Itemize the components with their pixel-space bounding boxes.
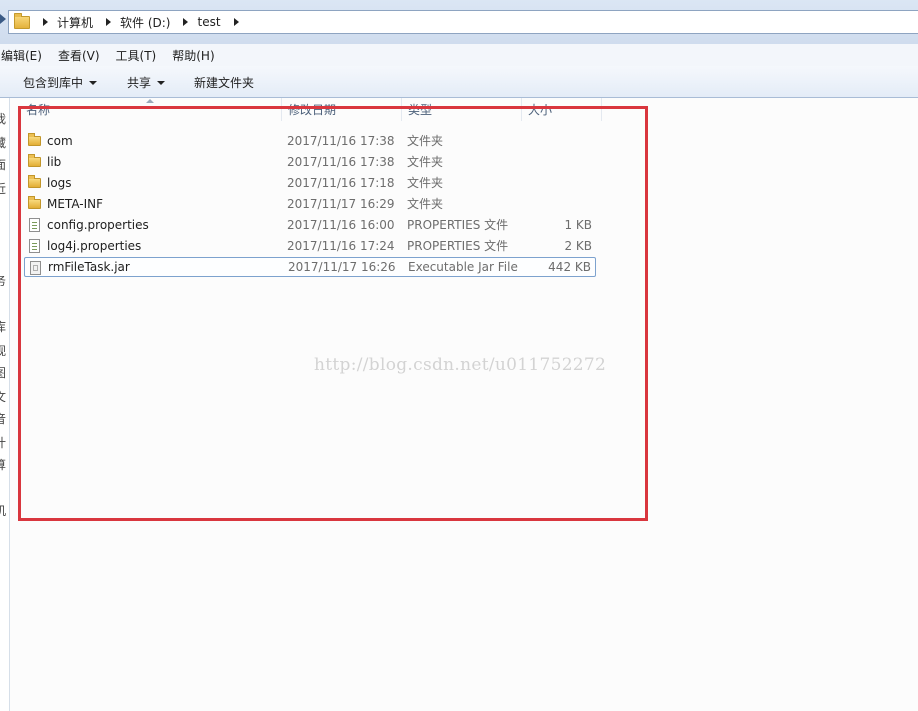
nav-glyph[interactable]: 机 — [0, 502, 6, 519]
breadcrumb-drive-d[interactable]: 软件 (D:) — [120, 14, 170, 31]
include-in-library-button[interactable]: 包含到库中 — [23, 74, 98, 91]
file-row-com[interactable]: com 2017/11/16 17:38 文件夹 — [24, 131, 596, 151]
file-name: log4j.properties — [47, 239, 142, 253]
share-label: 共享 — [127, 76, 152, 90]
file-name: lib — [47, 155, 62, 169]
chevron-right-icon[interactable] — [233, 18, 239, 26]
file-name: logs — [47, 176, 72, 190]
new-folder-button[interactable]: 新建文件夹 — [194, 74, 254, 91]
folder-icon — [28, 154, 41, 167]
nav-glyph[interactable]: 文 — [0, 388, 6, 405]
column-header-size[interactable]: 大小 — [522, 98, 602, 121]
nav-glyph[interactable]: 计 — [0, 434, 6, 451]
menu-view[interactable]: 查看(V) — [58, 47, 100, 64]
chevron-right-icon[interactable] — [183, 18, 189, 26]
column-header-type[interactable]: 类型 — [402, 98, 522, 121]
menu-bar: 编辑(E) 查看(V) 工具(T) 帮助(H) — [0, 44, 918, 66]
file-size: 2 KB — [564, 239, 592, 253]
new-folder-label: 新建文件夹 — [194, 76, 255, 90]
nav-glyph[interactable]: 面 — [0, 156, 6, 173]
menu-edit[interactable]: 编辑(E) — [1, 47, 42, 64]
file-row-meta-inf[interactable]: META-INF 2017/11/17 16:29 文件夹 — [24, 194, 596, 214]
file-date: 2017/11/17 16:26 — [288, 260, 396, 274]
file-date: 2017/11/16 17:38 — [287, 134, 395, 148]
file-type: Executable Jar File — [408, 260, 518, 274]
file-type: 文件夹 — [407, 155, 444, 169]
column-size-label: 大小 — [528, 103, 553, 117]
nav-glyph[interactable]: 图 — [0, 364, 6, 381]
menu-tools[interactable]: 工具(T) — [116, 47, 157, 64]
breadcrumb-computer[interactable]: 计算机 — [57, 14, 93, 31]
column-header-date[interactable]: 修改日期 — [282, 98, 402, 121]
nav-glyph[interactable]: 我 — [0, 110, 6, 127]
properties-file-icon — [29, 218, 40, 232]
navigation-pane[interactable]: 我 藏 面 近 务 库 视 图 文 音 计 算 机 — [0, 98, 10, 711]
column-type-label: 类型 — [408, 103, 433, 117]
chevron-right-icon[interactable] — [106, 18, 112, 26]
file-row-config-properties[interactable]: config.properties 2017/11/16 16:00 PROPE… — [24, 215, 596, 235]
file-name: META-INF — [47, 197, 104, 211]
chevron-right-icon[interactable] — [43, 18, 48, 26]
file-name: config.properties — [47, 218, 149, 232]
column-date-label: 修改日期 — [288, 103, 337, 117]
folder-icon — [28, 175, 41, 188]
address-bar: 计算机 软件 (D:) test — [0, 0, 918, 44]
file-type: PROPERTIES 文件 — [407, 239, 509, 253]
nav-glyph[interactable]: 算 — [0, 456, 6, 473]
nav-glyph[interactable]: 库 — [0, 318, 6, 335]
address-field[interactable]: 计算机 软件 (D:) test — [8, 10, 918, 34]
breadcrumb-test[interactable]: test — [197, 15, 220, 29]
include-in-library-label: 包含到库中 — [23, 76, 84, 90]
file-date: 2017/11/17 16:29 — [287, 197, 395, 211]
share-button[interactable]: 共享 — [127, 74, 166, 91]
folder-icon — [28, 196, 41, 209]
file-date: 2017/11/16 16:00 — [287, 218, 395, 232]
file-name: com — [47, 134, 73, 148]
file-row-log4j-properties[interactable]: log4j.properties 2017/11/16 17:24 PROPER… — [24, 236, 596, 256]
nav-glyph[interactable]: 近 — [0, 180, 6, 197]
file-size: 442 KB — [548, 260, 591, 274]
column-header-row: 名称 修改日期 类型 大小 — [20, 98, 602, 121]
file-date: 2017/11/16 17:24 — [287, 239, 395, 253]
dropdown-arrow-icon — [157, 80, 166, 85]
file-row-rmfiletask-jar[interactable]: rmFileTask.jar 2017/11/17 16:26 Executab… — [24, 257, 596, 277]
nav-glyph[interactable]: 视 — [0, 342, 6, 359]
file-type: 文件夹 — [407, 176, 444, 190]
command-bar: 包含到库中 共享 新建文件夹 — [0, 66, 918, 98]
column-name-label: 名称 — [26, 103, 51, 117]
nav-glyph[interactable]: 藏 — [0, 134, 6, 151]
jar-file-icon — [30, 261, 41, 275]
file-size: 1 KB — [564, 218, 592, 232]
menu-help[interactable]: 帮助(H) — [172, 47, 214, 64]
nav-glyph[interactable]: 音 — [0, 410, 6, 427]
file-name: rmFileTask.jar — [48, 260, 130, 274]
file-type: 文件夹 — [407, 134, 444, 148]
column-header-name[interactable]: 名称 — [20, 98, 282, 121]
folder-icon — [28, 133, 41, 146]
folder-icon — [14, 12, 30, 29]
file-date: 2017/11/16 17:18 — [287, 176, 395, 190]
back-arrow-icon[interactable] — [0, 14, 6, 24]
watermark-text: http://blog.csdn.net/u011752272 — [314, 355, 607, 375]
file-type: 文件夹 — [407, 197, 444, 211]
file-date: 2017/11/16 17:38 — [287, 155, 395, 169]
nav-glyph[interactable]: 务 — [0, 272, 6, 289]
dropdown-arrow-icon — [89, 80, 98, 85]
properties-file-icon — [29, 239, 40, 253]
file-row-logs[interactable]: logs 2017/11/16 17:18 文件夹 — [24, 173, 596, 193]
file-row-lib[interactable]: lib 2017/11/16 17:38 文件夹 — [24, 152, 596, 172]
file-type: PROPERTIES 文件 — [407, 218, 509, 232]
